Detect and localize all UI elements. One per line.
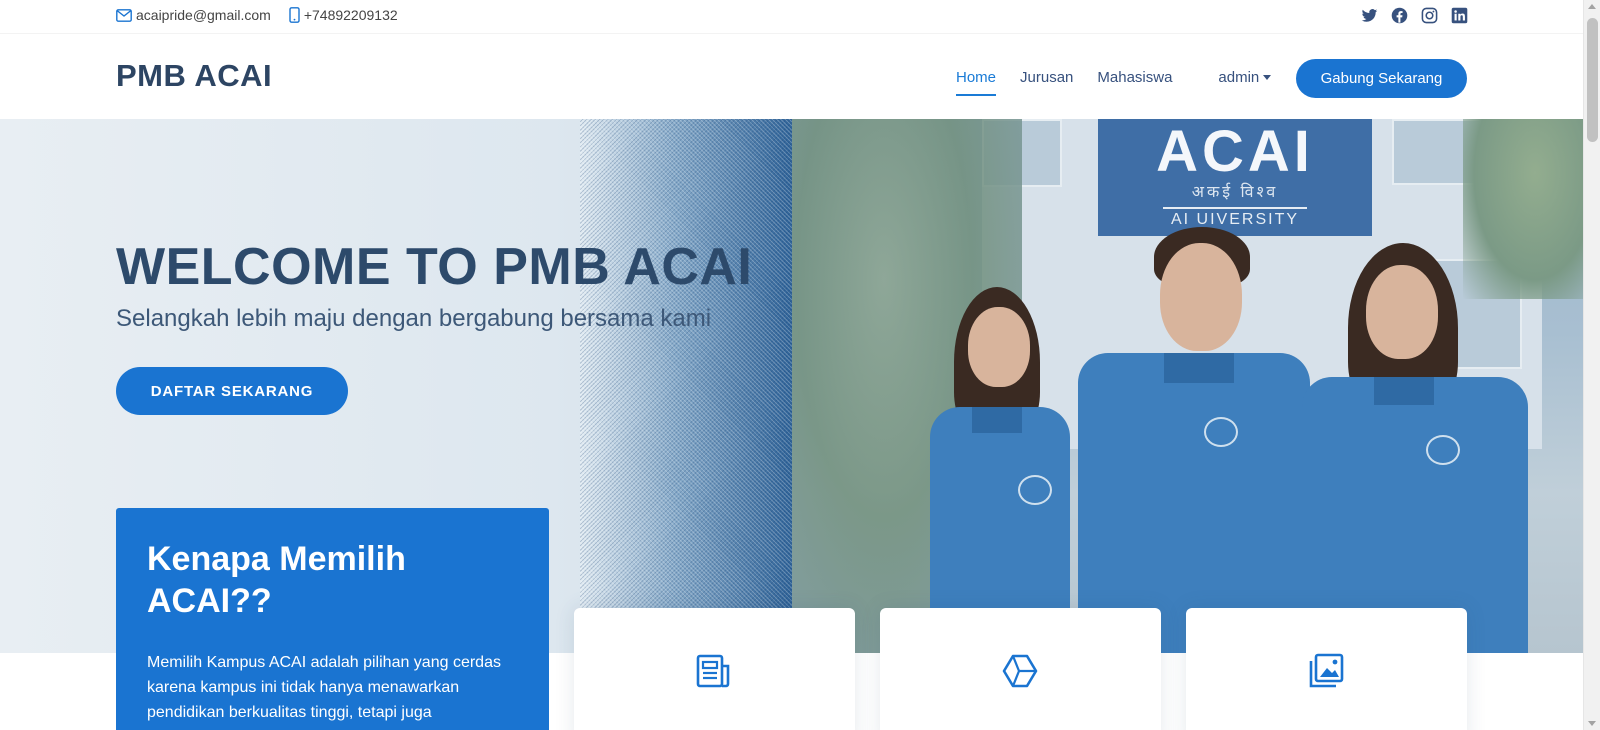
site-logo[interactable]: PMB ACAI (116, 58, 272, 94)
feature-card[interactable] (1186, 608, 1467, 730)
phone-icon (289, 7, 300, 23)
nav-home[interactable]: Home (956, 61, 997, 96)
page: acaipride@gmail.com +74892209132 PMB ACA… (0, 0, 1583, 730)
emblem-icon (1018, 475, 1052, 505)
emblem-icon (1204, 417, 1238, 447)
linkedin-icon[interactable] (1451, 7, 1468, 24)
email-contact[interactable]: acaipride@gmail.com (116, 7, 271, 23)
facebook-icon[interactable] (1391, 7, 1408, 24)
email-text: acaipride@gmail.com (136, 7, 271, 23)
collar (972, 407, 1022, 433)
hero-title: WELCOME TO PMB ACAI (116, 238, 753, 296)
register-now-button[interactable]: DAFTAR SEKARANG (116, 367, 348, 415)
topbar: acaipride@gmail.com +74892209132 (0, 0, 1583, 33)
hero-subtitle: Selangkah lebih maju dengan bergabung be… (116, 305, 712, 332)
phone-contact[interactable]: +74892209132 (289, 7, 398, 23)
instagram-icon[interactable] (1421, 7, 1438, 24)
collar (1374, 377, 1434, 405)
nav-jurusan[interactable]: Jurusan (1020, 61, 1073, 94)
feature-card[interactable] (880, 608, 1161, 730)
vertical-scrollbar[interactable] (1583, 0, 1600, 730)
site-header: PMB ACAI Home Jurusan Mahasiswa admin Ga… (0, 33, 1583, 119)
cube-icon (1001, 652, 1039, 690)
twitter-icon[interactable] (1361, 7, 1378, 24)
collar (1164, 353, 1234, 383)
why-choose-box: Kenapa Memilih ACAI?? Memilih Kampus ACA… (116, 508, 549, 730)
document-icon (695, 652, 733, 690)
admin-label: admin (1218, 68, 1260, 86)
scrollbar-thumb[interactable] (1587, 18, 1598, 142)
scroll-down-icon[interactable] (1588, 721, 1596, 726)
student-right (1302, 243, 1542, 653)
feature-card[interactable] (574, 608, 855, 730)
emblem-icon (1426, 435, 1460, 465)
caret-down-icon (1263, 74, 1272, 80)
student-left (912, 279, 1082, 653)
social-links (1348, 7, 1468, 24)
why-title: Kenapa Memilih ACAI?? (147, 540, 406, 620)
join-now-button[interactable]: Gabung Sekarang (1296, 59, 1467, 98)
phone-text: +74892209132 (303, 7, 398, 23)
why-body: Memilih Kampus ACAI adalah pilihan yang … (147, 654, 501, 721)
face (1160, 243, 1242, 351)
university-sign: ACAI अकई विश्व AI UIVERSITY (1098, 119, 1372, 236)
hero-photo: ACAI अकई विश्व AI UIVERSITY (792, 119, 1583, 653)
images-icon (1307, 652, 1345, 690)
main-nav: Home Jurusan Mahasiswa admin (944, 34, 1272, 120)
face (968, 307, 1030, 387)
nav-mahasiswa[interactable]: Mahasiswa (1097, 61, 1172, 94)
face (1366, 265, 1438, 359)
hero-gradient-texture (580, 119, 792, 653)
student-middle (1068, 227, 1318, 653)
sign-name: ACAI (1156, 119, 1314, 184)
sign-script: अकई विश्व (1191, 184, 1279, 201)
envelope-icon (116, 8, 132, 22)
admin-dropdown[interactable]: admin (1218, 68, 1272, 86)
contact-info: acaipride@gmail.com +74892209132 (116, 7, 416, 23)
scroll-up-icon[interactable] (1588, 4, 1596, 9)
